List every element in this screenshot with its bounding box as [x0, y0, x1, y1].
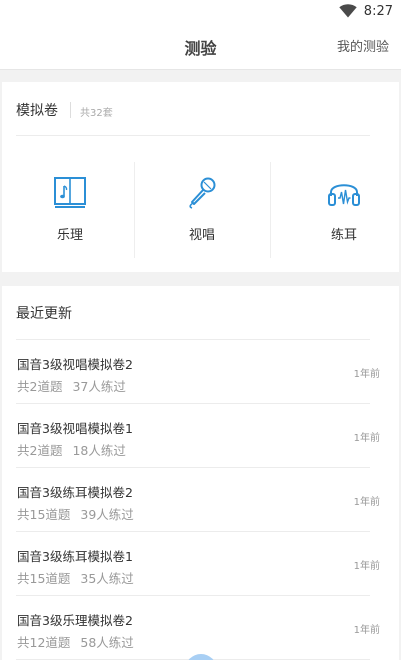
- item-meta: 共15道题 35人练过: [17, 568, 134, 587]
- practice-count: 58人练过: [80, 635, 134, 650]
- item-title: 国音3级练耳模拟卷1: [17, 549, 133, 564]
- category-label: 乐理: [56, 228, 83, 243]
- recent-updates-header: 最近更新: [16, 286, 370, 340]
- item-title: 国音3级乐理模拟卷2: [17, 613, 133, 628]
- item-meta: 共15道题 39人练过: [17, 504, 134, 523]
- item-title: 国音3级练耳模拟卷2: [17, 485, 133, 500]
- status-time: 8:27: [363, 4, 393, 19]
- list-item[interactable]: 国音3级视唱模拟卷2 共2道题 37人练过 1年前: [16, 340, 380, 404]
- category-label: 练耳: [330, 228, 357, 243]
- updated-time: 1年前: [353, 369, 380, 380]
- practice-count: 18人练过: [72, 443, 126, 458]
- item-meta: 共2道题 18人练过: [17, 440, 126, 459]
- list-item[interactable]: 国音3级乐理模拟卷2 共12道题 58人练过 1年前: [16, 596, 380, 660]
- practice-count: 37人练过: [72, 379, 126, 394]
- practice-count: 35人练过: [80, 571, 134, 586]
- category-divider: [134, 162, 135, 258]
- header: 测验 我的测验: [0, 24, 401, 70]
- updated-time: 1年前: [353, 433, 380, 444]
- my-quizzes-link[interactable]: 我的测验: [337, 36, 389, 55]
- recent-updates-title: 最近更新: [16, 306, 72, 322]
- list-item[interactable]: 国音3级视唱模拟卷1 共2道题 18人练过 1年前: [16, 404, 380, 468]
- question-count: 共2道题: [17, 443, 63, 458]
- music-book-icon: [54, 177, 86, 208]
- updated-time: 1年前: [353, 561, 380, 572]
- mock-exams-card: 模拟卷 共32套 乐理 视唱 练耳: [2, 82, 399, 272]
- item-title: 国音3级视唱模拟卷2: [17, 357, 133, 372]
- mock-exams-count: 共32套: [80, 108, 113, 119]
- category-label: 视唱: [188, 228, 215, 243]
- recent-updates-card: 最近更新 国音3级视唱模拟卷2 共2道题 37人练过 1年前 国音3级视唱模拟卷1…: [2, 286, 399, 660]
- wifi-icon: [339, 4, 357, 18]
- item-meta: 共12道题 58人练过: [17, 632, 134, 651]
- practice-count: 39人练过: [80, 507, 134, 522]
- category-divider: [270, 162, 271, 258]
- mock-exams-header: 模拟卷 共32套: [16, 98, 370, 136]
- mock-exams-title: 模拟卷: [16, 103, 58, 119]
- category-music-theory[interactable]: 乐理: [4, 162, 136, 258]
- updated-time: 1年前: [353, 625, 380, 636]
- list-item[interactable]: 国音3级练耳模拟卷1 共15道题 35人练过 1年前: [16, 532, 380, 596]
- microphone-icon: [189, 177, 216, 209]
- updated-time: 1年前: [353, 497, 380, 508]
- question-count: 共2道题: [17, 379, 63, 394]
- status-bar: 8:27: [0, 0, 401, 24]
- question-count: 共15道题: [17, 507, 71, 522]
- question-count: 共15道题: [17, 571, 71, 586]
- category-ear-training[interactable]: 练耳: [278, 162, 401, 258]
- item-meta: 共2道题 37人练过: [17, 376, 126, 395]
- header-divider: [70, 102, 71, 118]
- headphones-icon: [328, 184, 360, 206]
- list-item[interactable]: 国音3级练耳模拟卷2 共15道题 39人练过 1年前: [16, 468, 380, 532]
- question-count: 共12道题: [17, 635, 71, 650]
- category-sight-singing[interactable]: 视唱: [136, 162, 268, 258]
- item-title: 国音3级视唱模拟卷1: [17, 421, 133, 436]
